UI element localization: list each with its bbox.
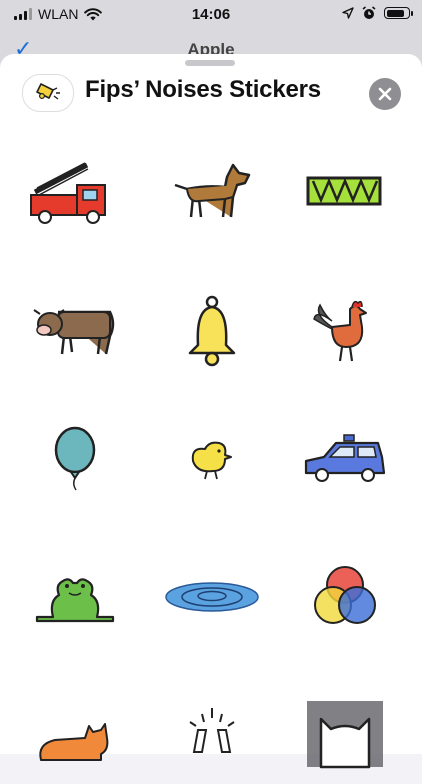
sheet-grabber[interactable] [185,60,235,66]
frog-sticker[interactable] [15,547,135,647]
glasses-toast-sticker[interactable] [152,684,272,784]
sticker-sheet: Fips’ Noises Stickers [0,54,422,769]
status-right [342,6,413,20]
police-car-sticker[interactable] [285,409,405,509]
sheet-title: Fips’ Noises Stickers [85,76,321,103]
location-arrow-icon [342,7,354,19]
drum-sticker[interactable] [285,142,405,242]
fire-truck-sticker[interactable] [15,142,135,242]
cow-sticker[interactable] [15,282,135,382]
close-icon [378,87,392,101]
alarm-icon [362,6,376,19]
rooster-sticker[interactable] [285,282,405,382]
battery-icon [384,7,413,19]
bell-icon [36,83,60,100]
cat-sticker[interactable] [15,684,135,784]
color-circles-sticker[interactable] [285,547,405,647]
cat-face-sticker[interactable] [285,684,405,784]
dog-sticker[interactable] [152,142,272,242]
water-ripple-sticker[interactable] [152,547,272,647]
chick-sticker[interactable] [152,409,272,509]
balloon-sticker[interactable] [15,409,135,509]
bell-sticker[interactable] [152,282,272,382]
status-bar: WLAN 14:06 [0,0,422,30]
app-icon-button[interactable] [22,74,74,112]
close-button[interactable] [369,78,401,110]
